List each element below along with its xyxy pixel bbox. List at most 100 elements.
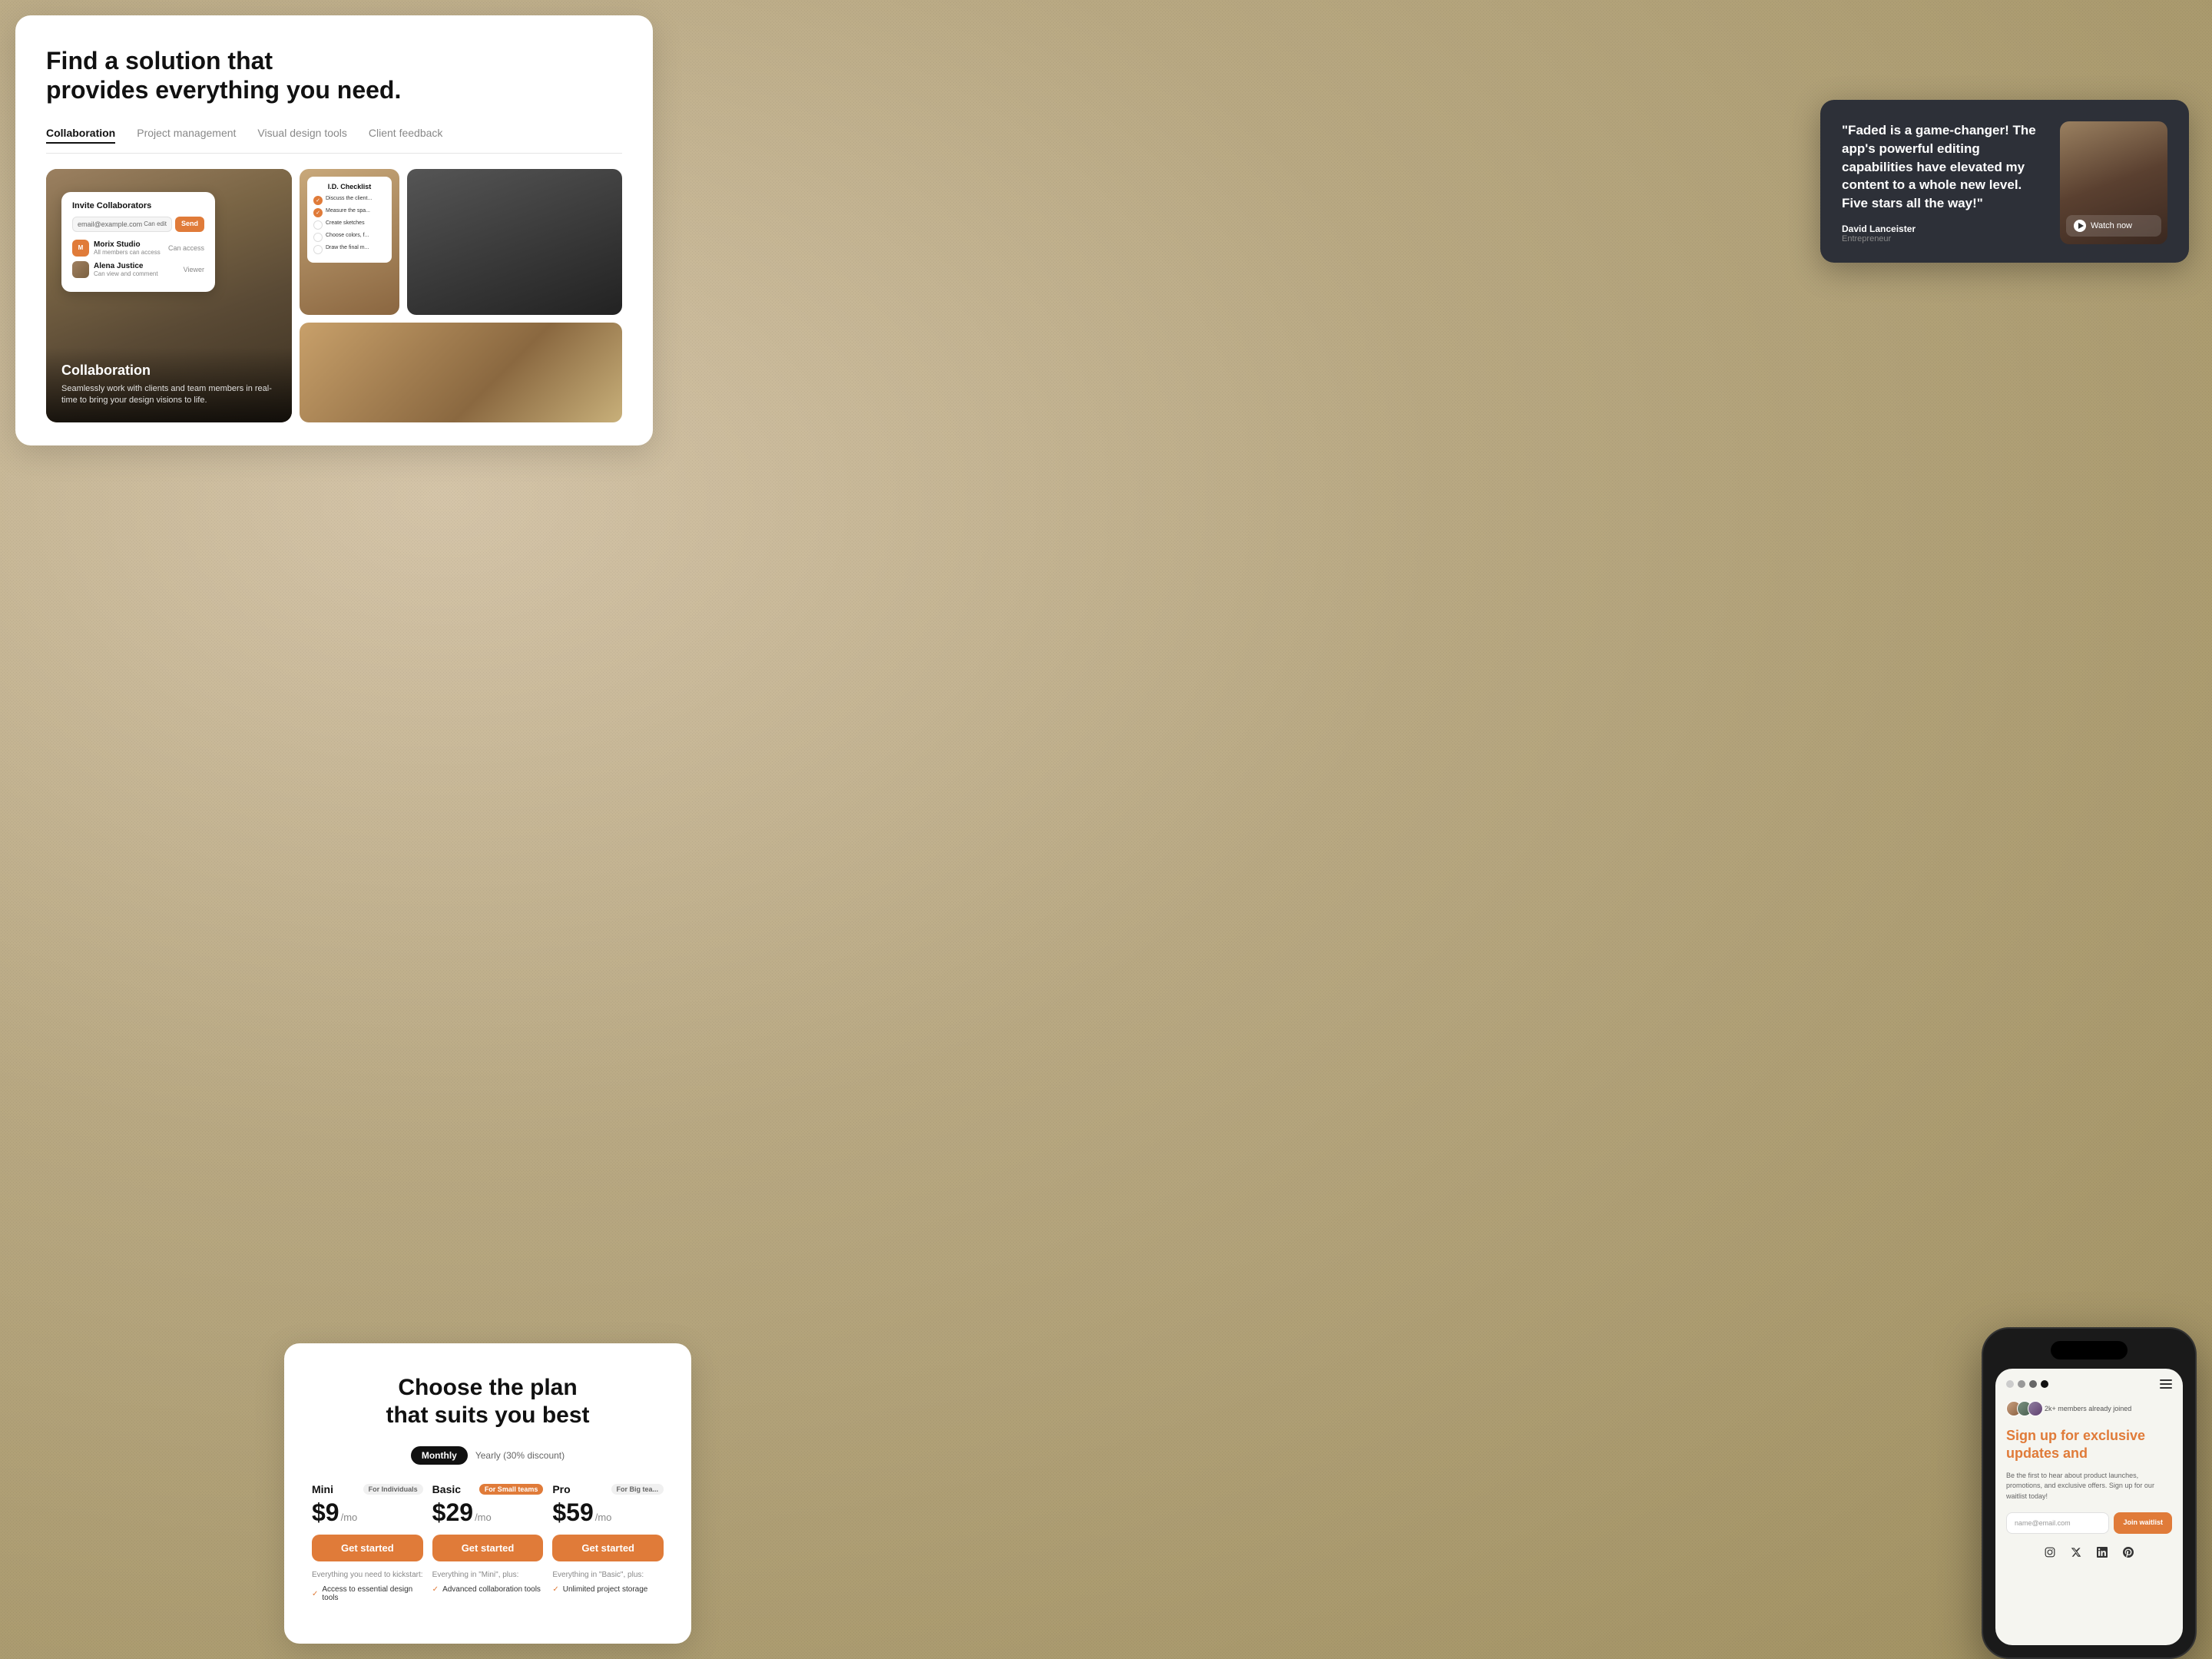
checklist-text-3: Create sketches (326, 220, 365, 227)
plan-price-mini: $9 /mo (312, 1498, 423, 1527)
play-triangle (2078, 223, 2084, 229)
twitter-icon[interactable] (2068, 1545, 2084, 1560)
dot-2 (2018, 1380, 2025, 1388)
nav-dots (2006, 1380, 2048, 1388)
testimonial-text: "Faded is a game-changer! The app's powe… (1842, 121, 2045, 243)
tab-client-feedback[interactable]: Client feedback (369, 127, 443, 144)
check-icon: ✓ (432, 1585, 439, 1594)
plan-badge-basic: For Small teams (479, 1484, 544, 1495)
bottom-image (300, 323, 622, 422)
testimonial-card: "Faded is a game-changer! The app's powe… (1820, 100, 2189, 263)
headline-line2: updates an (2006, 1445, 2079, 1461)
plan-name-basic: Basic (432, 1483, 461, 1495)
title-line2: provides everything you need. (46, 76, 401, 104)
headline-line1: Sign up for exclusive (2006, 1428, 2145, 1443)
send-button[interactable]: Send (175, 217, 204, 232)
tabs: Collaboration Project management Visual … (46, 127, 622, 154)
plan-pro: Pro For Big tea... $59 /mo Get started E… (552, 1483, 664, 1605)
member-avatar-3 (2028, 1401, 2043, 1416)
check-icon-2 (313, 208, 323, 217)
testimonial-quote: "Faded is a game-changer! The app's powe… (1842, 121, 2045, 213)
plan-cta-mini[interactable]: Get started (312, 1535, 423, 1561)
tab-visual-design[interactable]: Visual design tools (257, 127, 346, 144)
plans-row: Mini For Individuals $9 /mo Get started … (312, 1483, 664, 1605)
invite-collaborators-overlay: Invite Collaborators email@example.com C… (61, 192, 215, 292)
top-images-row: I.D. Checklist Discuss the client... Mea… (300, 169, 622, 315)
check-empty-4 (313, 233, 323, 242)
checklist-image: I.D. Checklist Discuss the client... Mea… (300, 169, 399, 315)
plan-feature-pro-1: ✓ Unlimited project storage (552, 1585, 664, 1594)
permission-badge: Can edit (144, 220, 167, 227)
watch-now-button[interactable]: Watch now (2066, 215, 2161, 237)
plan-cta-pro[interactable]: Get started (552, 1535, 664, 1561)
watch-label: Watch now (2091, 221, 2132, 230)
invite-input-row: email@example.com Can edit Send (72, 217, 204, 232)
ham-line-2 (2160, 1383, 2172, 1385)
social-icons (2006, 1545, 2172, 1560)
dot-1 (2006, 1380, 2014, 1388)
title-line1: Find a solution that (46, 47, 273, 75)
email-input[interactable]: email@example.com Can edit (72, 217, 172, 232)
headline-highlight: d (2079, 1445, 2088, 1461)
check-empty-5 (313, 245, 323, 254)
linkedin-icon[interactable] (2094, 1545, 2110, 1560)
pricing-title-line1: Choose the plan (398, 1375, 577, 1400)
plan-feature-mini-1: ✓ Access to essential design tools (312, 1585, 423, 1602)
tab-project-management[interactable]: Project management (137, 127, 236, 144)
mobile-input-row: name@email.com Join waitlist (2006, 1512, 2172, 1534)
checklist-card: I.D. Checklist Discuss the client... Mea… (307, 177, 392, 263)
checklist-item-3: Create sketches (313, 220, 386, 230)
collaboration-label: Collaboration Seamlessly work with clien… (46, 347, 292, 422)
billing-monthly[interactable]: Monthly (411, 1446, 468, 1465)
check-icon: ✓ (552, 1585, 558, 1594)
checklist-text-5: Draw the final m... (326, 244, 369, 251)
tab-collaboration[interactable]: Collaboration (46, 127, 115, 144)
join-waitlist-button[interactable]: Join waitlist (2114, 1512, 2172, 1534)
plan-price-basic: $29 /mo (432, 1498, 544, 1527)
plan-divider-pro: Everything in "Basic", plus: (552, 1571, 664, 1579)
ham-line-1 (2160, 1379, 2172, 1381)
checklist-item-4: Choose colors, f... (313, 232, 386, 242)
plan-basic: Basic For Small teams $29 /mo Get starte… (432, 1483, 544, 1605)
user-avatar-morix: M (72, 240, 89, 257)
pinterest-icon[interactable] (2121, 1545, 2136, 1560)
mobile-body: Be the first to hear about product launc… (2006, 1471, 2172, 1502)
plan-cta-basic[interactable]: Get started (432, 1535, 544, 1561)
email-input[interactable]: name@email.com (2006, 1512, 2109, 1534)
user-avatar-alena (72, 261, 89, 278)
checklist-item-2: Measure the spa... (313, 207, 386, 217)
checklist-text-1: Discuss the client... (326, 195, 372, 202)
testimonial-author: David Lanceister (1842, 224, 2045, 234)
members-count: 2k+ members already joined (2045, 1405, 2131, 1412)
dark-image (407, 169, 622, 315)
pricing-title-line2: that suits you best (386, 1402, 589, 1428)
billing-yearly[interactable]: Yearly (30% discount) (475, 1450, 565, 1461)
hamburger-icon[interactable] (2160, 1379, 2172, 1389)
mobile-card: 2k+ members already joined Sign up for e… (1982, 1327, 2197, 1659)
checklist-item-1: Discuss the client... (313, 195, 386, 205)
check-empty-3 (313, 220, 323, 230)
card-title: Find a solution that provides everything… (46, 46, 622, 105)
plan-name-mini: Mini (312, 1483, 333, 1495)
plan-divider-basic: Everything in "Mini", plus: (432, 1571, 544, 1579)
checklist-text-4: Choose colors, f... (326, 232, 369, 239)
billing-toggle: Monthly Yearly (30% discount) (312, 1446, 664, 1465)
members-row: 2k+ members already joined (2006, 1401, 2172, 1416)
user-name-alena: Alena Justice (94, 262, 158, 270)
email-placeholder: email@example.com (78, 220, 142, 228)
mobile-content: 2k+ members already joined Sign up for e… (1995, 1369, 2183, 1645)
testimonial-role: Entrepreneur (1842, 234, 2045, 243)
check-icon: ✓ (312, 1590, 318, 1598)
play-icon (2074, 220, 2086, 232)
ham-line-3 (2160, 1387, 2172, 1389)
plan-feature-basic-1: ✓ Advanced collaboration tools (432, 1585, 544, 1594)
collab-title: Collaboration (61, 363, 276, 379)
user-sub-morix: All members can access (94, 249, 161, 256)
plan-mini: Mini For Individuals $9 /mo Get started … (312, 1483, 423, 1605)
pricing-title: Choose the plan that suits you best (312, 1374, 664, 1429)
instagram-icon[interactable] (2042, 1545, 2058, 1560)
plan-price-pro: $59 /mo (552, 1498, 664, 1527)
plan-name-pro: Pro (552, 1483, 570, 1495)
secondary-images: I.D. Checklist Discuss the client... Mea… (300, 169, 622, 422)
invite-title: Invite Collaborators (72, 201, 204, 210)
